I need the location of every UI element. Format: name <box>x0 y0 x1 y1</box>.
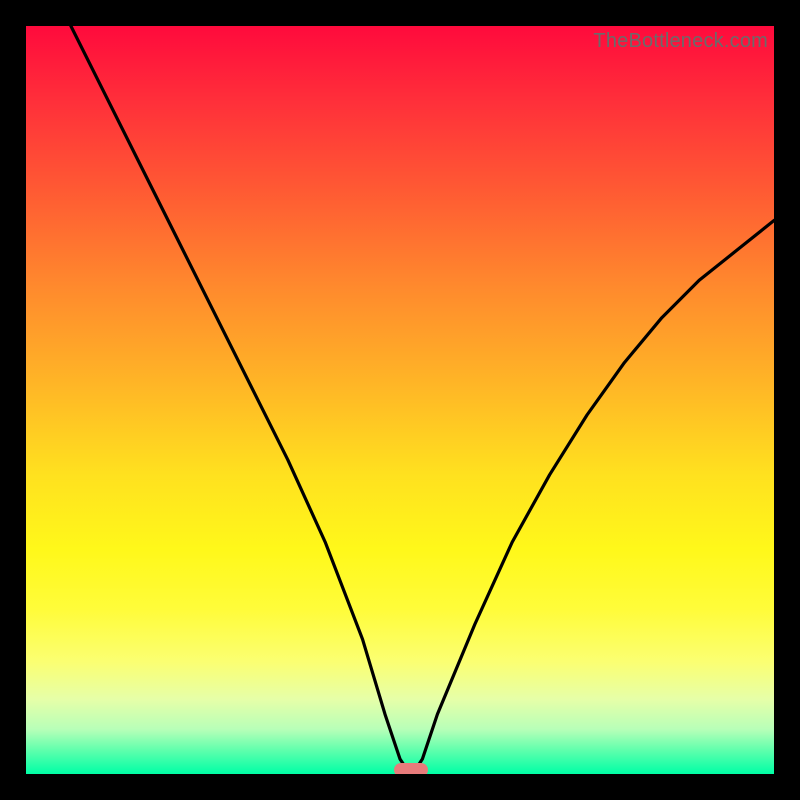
chart-frame: TheBottleneck.com <box>0 0 800 800</box>
curve-path <box>71 26 774 770</box>
plot-area: TheBottleneck.com <box>26 26 774 774</box>
watermark-text: TheBottleneck.com <box>593 30 768 53</box>
optimal-marker <box>394 763 428 774</box>
bottleneck-curve <box>26 26 774 774</box>
